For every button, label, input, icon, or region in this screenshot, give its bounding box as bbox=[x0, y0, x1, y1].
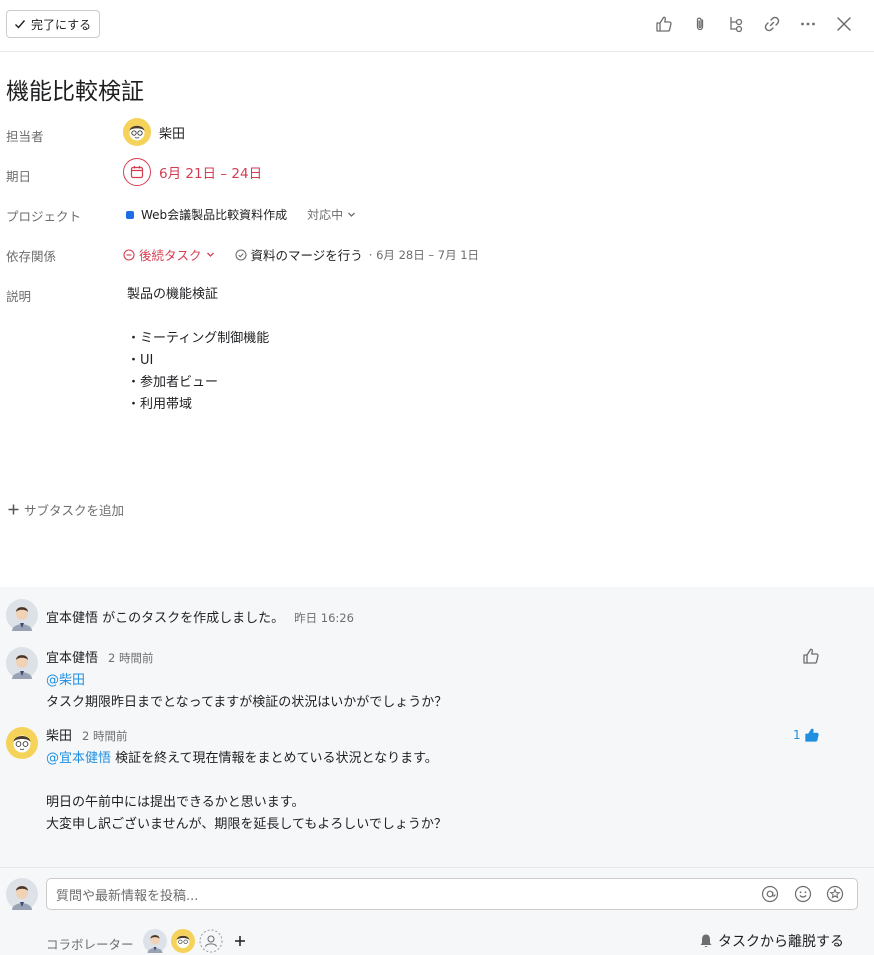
project-status-label: 対応中 bbox=[307, 208, 344, 222]
description-line: ・ミーティング制御機能 bbox=[127, 331, 270, 346]
project-name[interactable]: Web会議製品比較資料作成 bbox=[141, 206, 287, 223]
task-created-story: 宜本健悟 がこのタスクを作成しました。 昨日 16:26 bbox=[46, 607, 354, 626]
project-field: Web会議製品比較資料作成 対応中 bbox=[123, 206, 356, 223]
task-title[interactable]: 機能比較検証 bbox=[6, 72, 144, 106]
comment-author[interactable]: 宜本健悟 bbox=[46, 651, 98, 666]
comment-input[interactable]: 質問や最新情報を投稿... bbox=[46, 878, 858, 910]
dependency-type-label: 後続タスク bbox=[139, 248, 202, 263]
description-line: ・参加者ビュー bbox=[127, 375, 219, 390]
comment-line: 明日の午前中には提出できるかと思います。 bbox=[46, 795, 305, 810]
description-line bbox=[127, 306, 269, 328]
mark-complete-button[interactable]: 完了にする bbox=[6, 10, 101, 38]
comment-like-button[interactable]: 1 bbox=[793, 727, 820, 743]
bell-icon bbox=[700, 934, 712, 948]
description-line: ・UI bbox=[127, 353, 154, 368]
blocked-icon bbox=[123, 248, 135, 261]
add-subtask-label: サブタスクを追加 bbox=[24, 503, 125, 518]
due-date-field[interactable]: 6月 21日 – 24日 bbox=[123, 158, 262, 186]
comment-time: 2 時間前 bbox=[108, 651, 154, 665]
comment-author[interactable]: 柴田 bbox=[46, 729, 72, 744]
add-collaborator-icon[interactable] bbox=[199, 929, 223, 955]
task-toolbar: 完了にする bbox=[0, 0, 874, 52]
project-label: プロジェクト bbox=[6, 209, 82, 224]
emoji-icon[interactable] bbox=[793, 884, 813, 904]
current-user-avatar bbox=[6, 878, 38, 914]
comment-mention[interactable]: @宜本健悟 bbox=[46, 751, 111, 766]
plus-icon bbox=[8, 504, 19, 515]
created-story-text: 宜本健悟 がこのタスクを作成しました。 bbox=[46, 611, 285, 626]
dependency-field: 後続タスク 資料のマージを行う · 6月 28日 – 7月 1日 bbox=[123, 245, 479, 264]
checkmark-icon bbox=[15, 20, 26, 29]
leave-task-label: タスクから離脱する bbox=[718, 934, 844, 950]
description-label: 説明 bbox=[6, 289, 32, 304]
chevron-down-icon bbox=[348, 212, 356, 217]
assignee-avatar bbox=[123, 118, 151, 146]
dependency-task-name: 資料のマージを行う bbox=[250, 248, 363, 263]
link-icon[interactable] bbox=[760, 12, 784, 36]
more-icon[interactable] bbox=[796, 12, 820, 36]
close-icon[interactable] bbox=[832, 12, 856, 36]
collaborators-label: コラボレーター bbox=[46, 937, 134, 952]
subtask-icon[interactable] bbox=[724, 12, 748, 36]
project-status-dropdown[interactable]: 対応中 bbox=[307, 206, 356, 223]
description-line: ・利用帯域 bbox=[127, 397, 193, 412]
comment: 宜本健悟 2 時間前 @柴田 タスク期限昨日までとなってますが検証の状況はいかがで… bbox=[46, 647, 447, 714]
star-icon[interactable] bbox=[825, 884, 845, 904]
plus-icon[interactable] bbox=[233, 934, 247, 952]
assignee-label: 担当者 bbox=[6, 129, 44, 144]
description-editor[interactable]: 製品の機能検証 ・ミーティング制御機能 ・UI ・参加者ビュー ・利用帯域 bbox=[127, 284, 269, 416]
activity-feed: 宜本健悟 がこのタスクを作成しました。 昨日 16:26 宜本健悟 2 時間前 @柴… bbox=[0, 587, 874, 867]
add-subtask-button[interactable]: サブタスクを追加 bbox=[8, 500, 124, 519]
check-circle-icon bbox=[234, 248, 247, 261]
creator-avatar bbox=[6, 599, 38, 635]
commenter-avatar bbox=[6, 647, 38, 683]
due-date-value: 6月 21日 – 24日 bbox=[159, 166, 263, 182]
liked-thumb-icon bbox=[804, 728, 819, 742]
attachment-icon[interactable] bbox=[688, 12, 712, 36]
collaborator-avatar[interactable] bbox=[143, 929, 167, 955]
mention-icon[interactable] bbox=[760, 884, 780, 904]
calendar-icon bbox=[123, 158, 151, 186]
assignee-field[interactable]: 柴田 bbox=[123, 118, 185, 146]
dependency-task-link[interactable]: 資料のマージを行う · 6月 28日 – 7月 1日 bbox=[234, 245, 480, 264]
dependency-task-date: · 6月 28日 – 7月 1日 bbox=[368, 247, 480, 262]
project-color-dot bbox=[126, 210, 134, 219]
mark-complete-label: 完了にする bbox=[31, 17, 92, 32]
assignee-name: 柴田 bbox=[159, 126, 186, 142]
chevron-down-icon bbox=[206, 252, 214, 257]
dependency-type-dropdown[interactable]: 後続タスク bbox=[123, 245, 215, 264]
created-story-time: 昨日 16:26 bbox=[294, 611, 354, 625]
description-line: 製品の機能検証 bbox=[127, 287, 219, 302]
comment-line: 大変申し訳ございませんが、期限を延長してもよろしいでしょうか？ bbox=[46, 817, 447, 832]
like-count: 1 bbox=[793, 728, 801, 742]
comment-like-icon[interactable] bbox=[802, 647, 820, 669]
comment: 柴田 2 時間前 @宜本健悟 検証を終えて現在情報をまとめている状況となります。 … bbox=[46, 725, 447, 836]
like-icon[interactable] bbox=[652, 12, 676, 36]
leave-task-button[interactable]: タスクから離脱する bbox=[698, 931, 844, 951]
comment-line: 検証を終えて現在情報をまとめている状況となります。 bbox=[111, 751, 438, 766]
comment-line: タスク期限昨日までとなってますが検証の状況はいかがでしょうか？ bbox=[46, 695, 448, 710]
due-date-label: 期日 bbox=[6, 169, 32, 184]
comment-mention[interactable]: @柴田 bbox=[46, 670, 447, 692]
comment-time: 2 時間前 bbox=[82, 729, 128, 743]
comment-placeholder: 質問や最新情報を投稿... bbox=[56, 888, 199, 904]
comment-composer: 質問や最新情報を投稿... コラボレーター タスクから離脱する bbox=[0, 867, 874, 955]
collaborator-avatar[interactable] bbox=[171, 929, 195, 955]
commenter-avatar bbox=[6, 727, 38, 763]
dependency-label: 依存関係 bbox=[6, 249, 57, 264]
